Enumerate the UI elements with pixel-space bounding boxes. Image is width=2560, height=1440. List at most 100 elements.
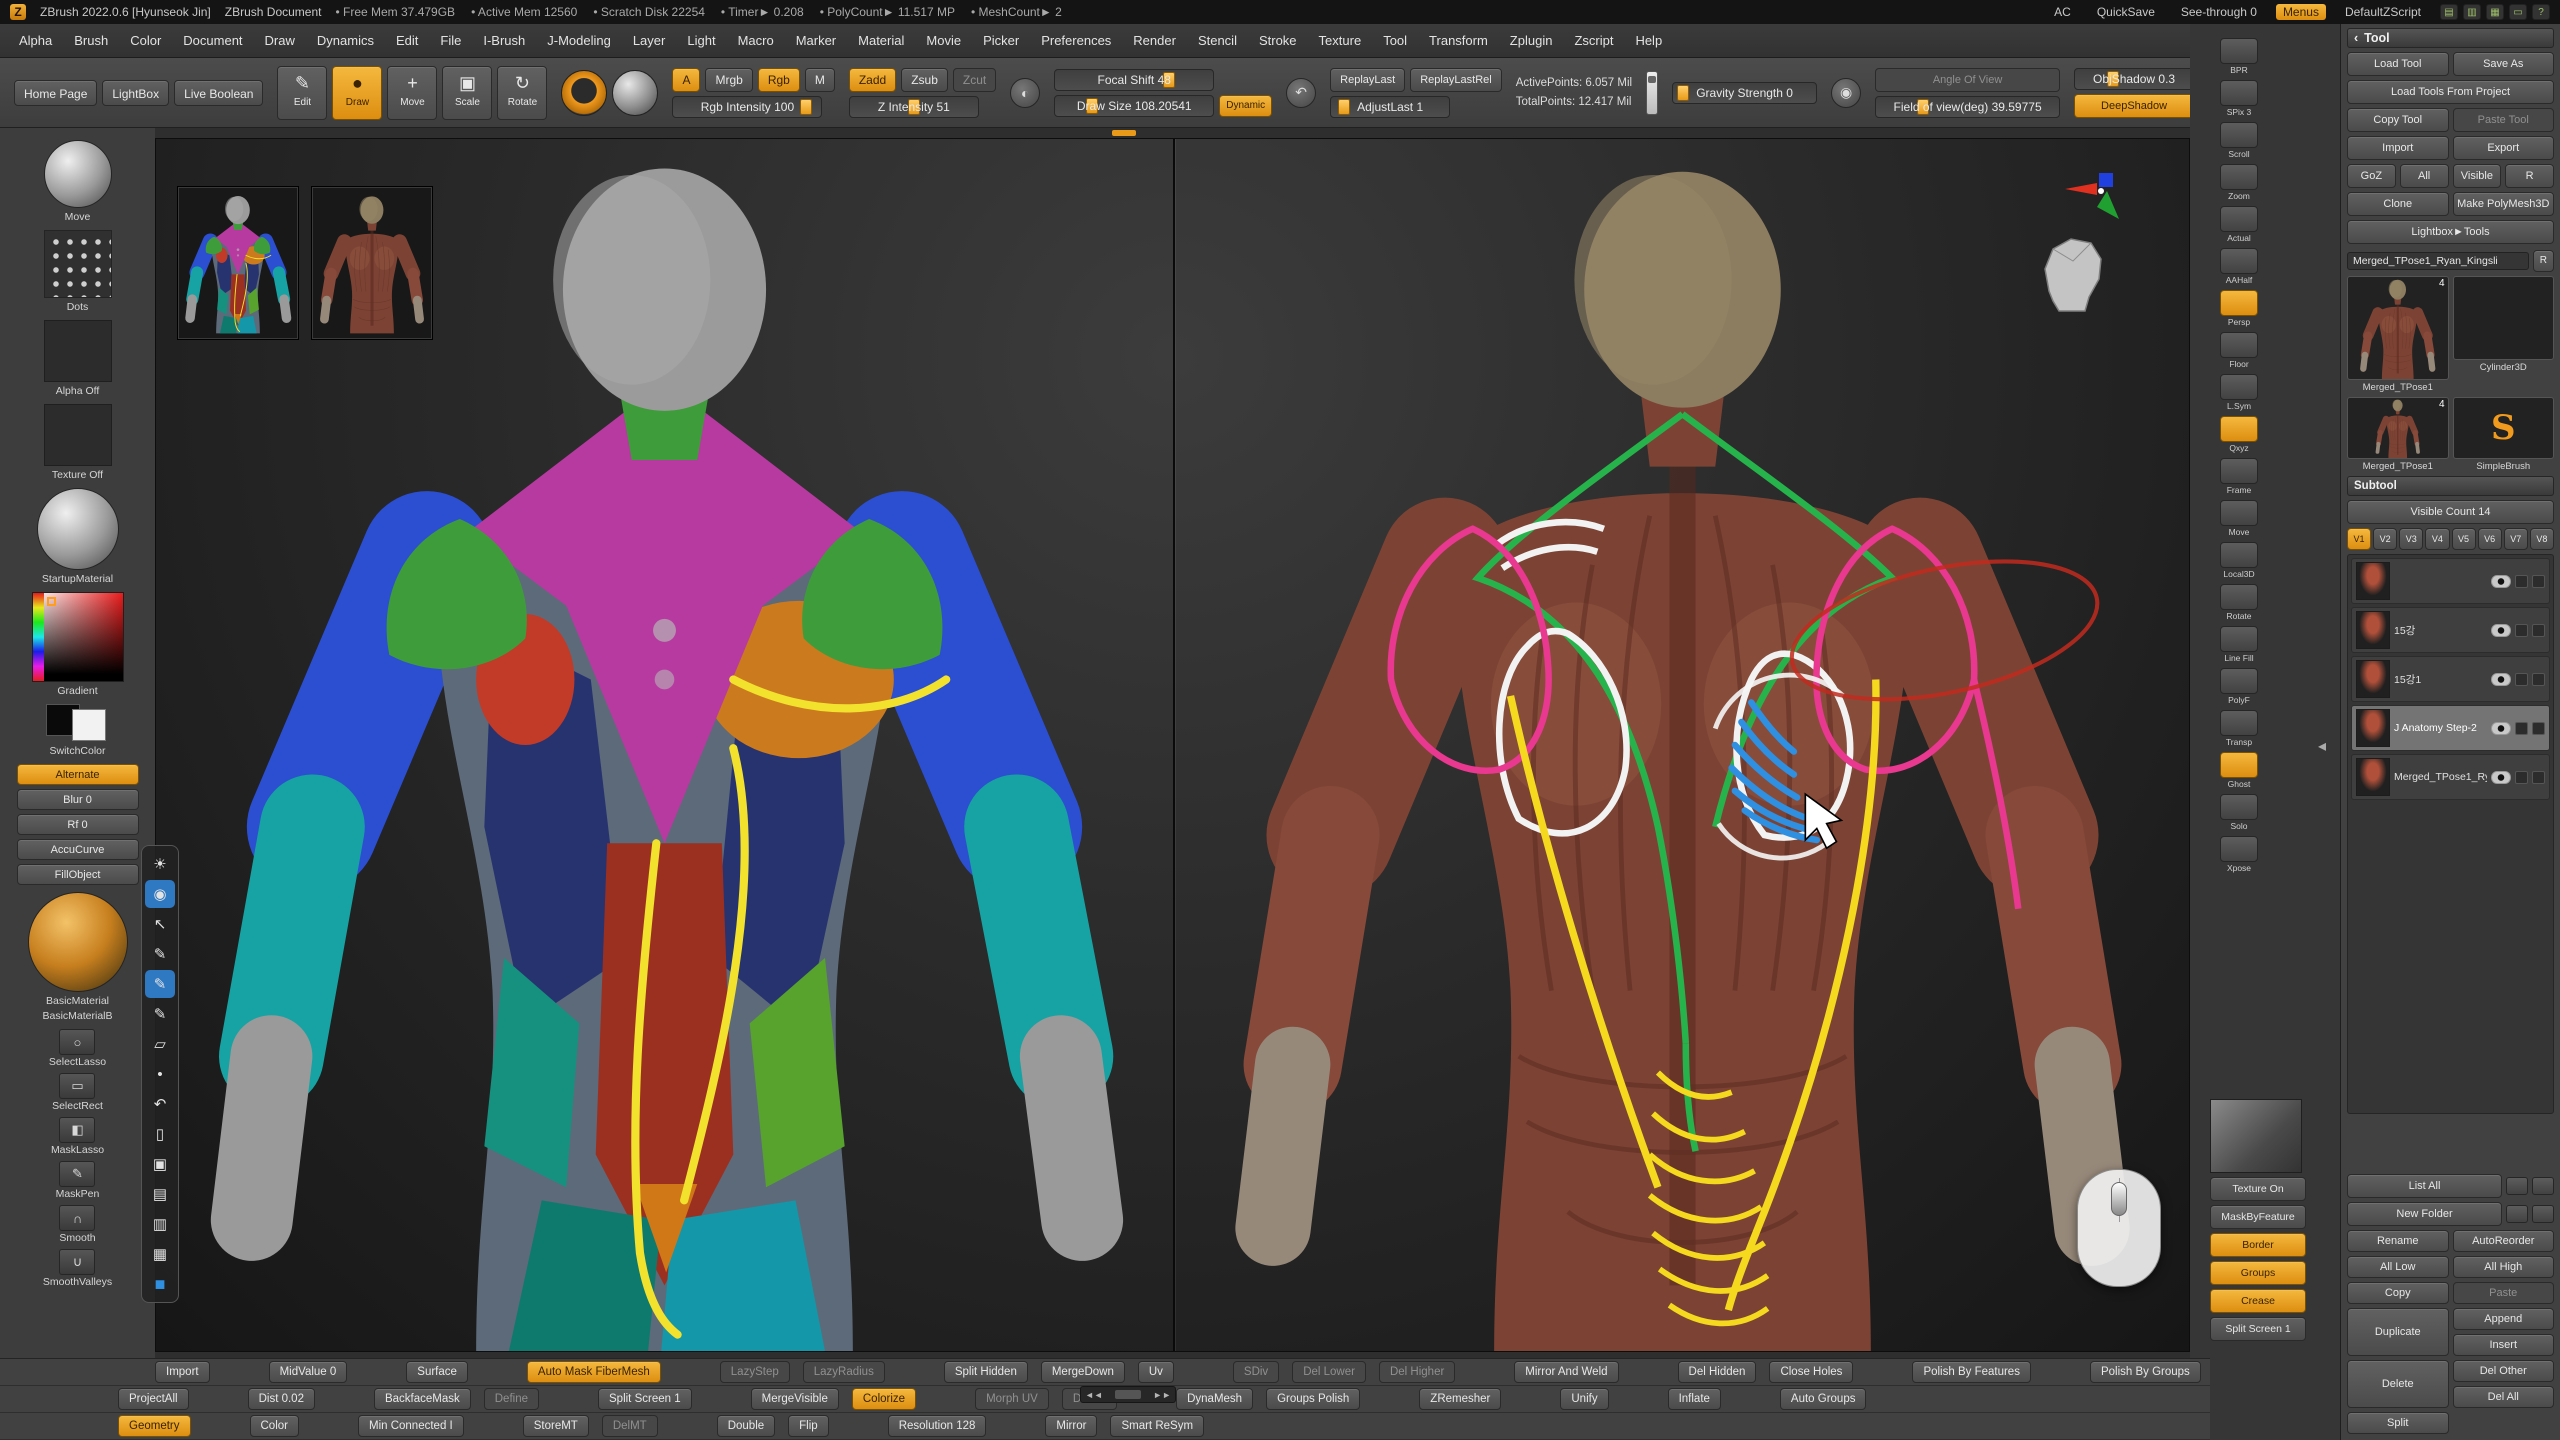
delete-button[interactable]: Delete — [2347, 1360, 2449, 1408]
all-high-button[interactable]: All High — [2453, 1256, 2555, 1278]
polypaint-toggle-icon[interactable] — [2515, 771, 2528, 784]
camera-icon[interactable]: ◉ — [1831, 78, 1861, 108]
group-action-button[interactable]: Groups — [2210, 1261, 2306, 1285]
mode-button[interactable]: ↻ Rotate — [497, 66, 547, 120]
copy-button[interactable]: Copy — [2347, 1282, 2449, 1304]
shelf-tile[interactable]: Texture Off — [44, 404, 112, 481]
all-low-button[interactable]: All Low — [2347, 1256, 2449, 1278]
group-action-button[interactable]: Border — [2210, 1233, 2306, 1257]
current-material[interactable]: BasicMaterial BasicMaterialB — [28, 892, 128, 1022]
bottom-bar-button[interactable]: Flip — [788, 1415, 829, 1437]
texture-preview[interactable] — [2210, 1099, 2302, 1173]
tool-thumbnail[interactable]: 4 Merged_TPose1 — [2347, 276, 2449, 393]
bottom-bar-button[interactable]: Close Holes — [1769, 1361, 1853, 1383]
bottom-bar-button[interactable]: Surface — [406, 1361, 468, 1383]
channel-button[interactable]: M — [805, 68, 835, 92]
shelf-tile[interactable]: Move — [44, 140, 112, 223]
menu-item[interactable]: Macro — [727, 29, 785, 52]
tool-action-button[interactable]: Export — [2453, 136, 2555, 160]
shelf-tile[interactable]: StartupMaterial — [37, 488, 119, 585]
split-screen-scrollbar[interactable]: ◄◄ ►► — [1080, 1386, 1176, 1403]
right-shelf-button[interactable]: Actual — [2220, 206, 2258, 243]
bottom-bar-button[interactable]: Del Higher — [1379, 1361, 1455, 1383]
visibility-eye-icon[interactable] — [2491, 722, 2511, 735]
hue-strip[interactable] — [33, 593, 44, 681]
del-other-button[interactable]: Del Other — [2453, 1360, 2555, 1382]
bottom-bar-button[interactable]: Color — [250, 1415, 299, 1437]
bottom-bar-button[interactable]: LazyRadius — [803, 1361, 885, 1383]
menu-item[interactable]: File — [429, 29, 472, 52]
menu-item[interactable]: Document — [172, 29, 253, 52]
bottom-bar-button[interactable]: Morph UV — [975, 1388, 1049, 1410]
lightbulb-icon[interactable]: ☀ — [145, 850, 175, 878]
visibility-eye-icon[interactable] — [2491, 673, 2511, 686]
brush-shortcut[interactable]: ✎ MaskPen — [56, 1161, 100, 1200]
uv-toggle-icon[interactable] — [2532, 722, 2545, 735]
polypaint-toggle-icon[interactable] — [2515, 673, 2528, 686]
brush-shortcut[interactable]: ○ SelectLasso — [49, 1029, 106, 1068]
shelf-tile[interactable]: Dots — [44, 230, 112, 313]
right-shelf-button[interactable]: Zoom — [2220, 164, 2258, 201]
subtool-row[interactable]: Merged_TPose1_Ryan_Kingslie — [2351, 754, 2550, 800]
tool-thumbnail[interactable]: S SimpleBrush — [2453, 397, 2555, 472]
tool-action-button[interactable]: All — [2400, 164, 2449, 188]
right-shelf-button[interactable]: AAHalf — [2220, 248, 2258, 285]
stroke-replay-button[interactable]: ReplayLastRel — [1410, 68, 1502, 92]
panel-collapse-arrow[interactable]: ◂ — [2318, 736, 2326, 756]
right-shelf-button[interactable]: Xpose — [2220, 836, 2258, 873]
focal-shift-slider[interactable]: Focal Shift 48 — [1054, 69, 1214, 91]
stroke-preview-button[interactable] — [561, 70, 607, 116]
tool-action-button[interactable]: Paste Tool — [2453, 108, 2555, 132]
bottom-bar-button[interactable]: Define — [484, 1388, 539, 1410]
menu-item[interactable]: J-Modeling — [536, 29, 622, 52]
channel-button[interactable]: A — [672, 68, 700, 92]
adjust-last-slider[interactable]: AdjustLast 1 — [1330, 96, 1450, 118]
subtool-view-tab[interactable]: V3 — [2399, 528, 2423, 550]
rename-button[interactable]: Rename — [2347, 1230, 2449, 1252]
bottom-bar-button[interactable]: Min Connected I — [358, 1415, 464, 1437]
right-shelf-button[interactable]: Persp — [2220, 290, 2258, 327]
split-button[interactable]: Split — [2347, 1412, 2449, 1434]
mode-button[interactable]: ▣ Scale — [442, 66, 492, 120]
bottom-bar-button[interactable]: BackfaceMask — [374, 1388, 471, 1410]
tool-action-button[interactable]: R — [2505, 164, 2554, 188]
menu-item[interactable]: Stroke — [1248, 29, 1308, 52]
subtool-view-tab[interactable]: V7 — [2504, 528, 2528, 550]
menu-item[interactable]: Material — [847, 29, 915, 52]
subtool-row[interactable]: 15강1 — [2351, 656, 2550, 702]
subtool-view-tab[interactable]: V6 — [2478, 528, 2502, 550]
tool-action-button[interactable]: Clone — [2347, 192, 2449, 216]
menu-item[interactable]: Texture — [1308, 29, 1373, 52]
right-shelf-button[interactable]: Local3D — [2220, 542, 2258, 579]
uv-toggle-icon[interactable] — [2532, 771, 2545, 784]
menu-item[interactable]: Marker — [785, 29, 847, 52]
split-screen-button[interactable]: Split Screen 1 — [2210, 1317, 2306, 1341]
subtool-view-tab[interactable]: V8 — [2530, 528, 2554, 550]
bottom-bar-button[interactable]: DelMT — [602, 1415, 658, 1437]
depth-button[interactable]: Zcut — [953, 68, 996, 92]
uv-toggle-icon[interactable] — [2532, 673, 2545, 686]
stroke-replay-button[interactable]: ReplayLast — [1330, 68, 1405, 92]
color-swatch-blue[interactable]: ■ — [145, 1270, 175, 1298]
visibility-eye-icon[interactable] — [2491, 575, 2511, 588]
mask-by-feature-button[interactable]: MaskByFeature — [2210, 1205, 2306, 1229]
right-shelf-button[interactable]: Transp — [2220, 710, 2258, 747]
right-shelf-button[interactable]: Move — [2220, 500, 2258, 537]
right-shelf-button[interactable]: BPR — [2220, 38, 2258, 75]
menu-item[interactable]: Help — [1624, 29, 1673, 52]
bottom-bar-button[interactable]: Split Hidden — [944, 1361, 1028, 1383]
right-shelf-button[interactable]: PolyF — [2220, 668, 2258, 705]
lightbox-tools-button[interactable]: Lightbox►Tools — [2347, 220, 2554, 244]
menu-item[interactable]: Movie — [915, 29, 972, 52]
gravity-direction-slider[interactable] — [1646, 71, 1658, 115]
bottom-bar-button[interactable]: Groups Polish — [1266, 1388, 1360, 1410]
palette-icon[interactable]: ▦ — [2486, 4, 2504, 20]
subtool-view-tab[interactable]: V5 — [2452, 528, 2476, 550]
menu-item[interactable]: Zscript — [1563, 29, 1624, 52]
brush-shortcut[interactable]: ∪ SmoothValleys — [43, 1249, 112, 1288]
bottom-bar-button[interactable]: SDiv — [1233, 1361, 1279, 1383]
clipboard-icon[interactable]: ▥ — [145, 1210, 175, 1238]
shelf-button[interactable]: AccuCurve — [17, 839, 139, 860]
titlebar-button[interactable]: QuickSave — [2090, 4, 2162, 20]
visible-count-button[interactable]: Visible Count 14 — [2347, 500, 2554, 524]
